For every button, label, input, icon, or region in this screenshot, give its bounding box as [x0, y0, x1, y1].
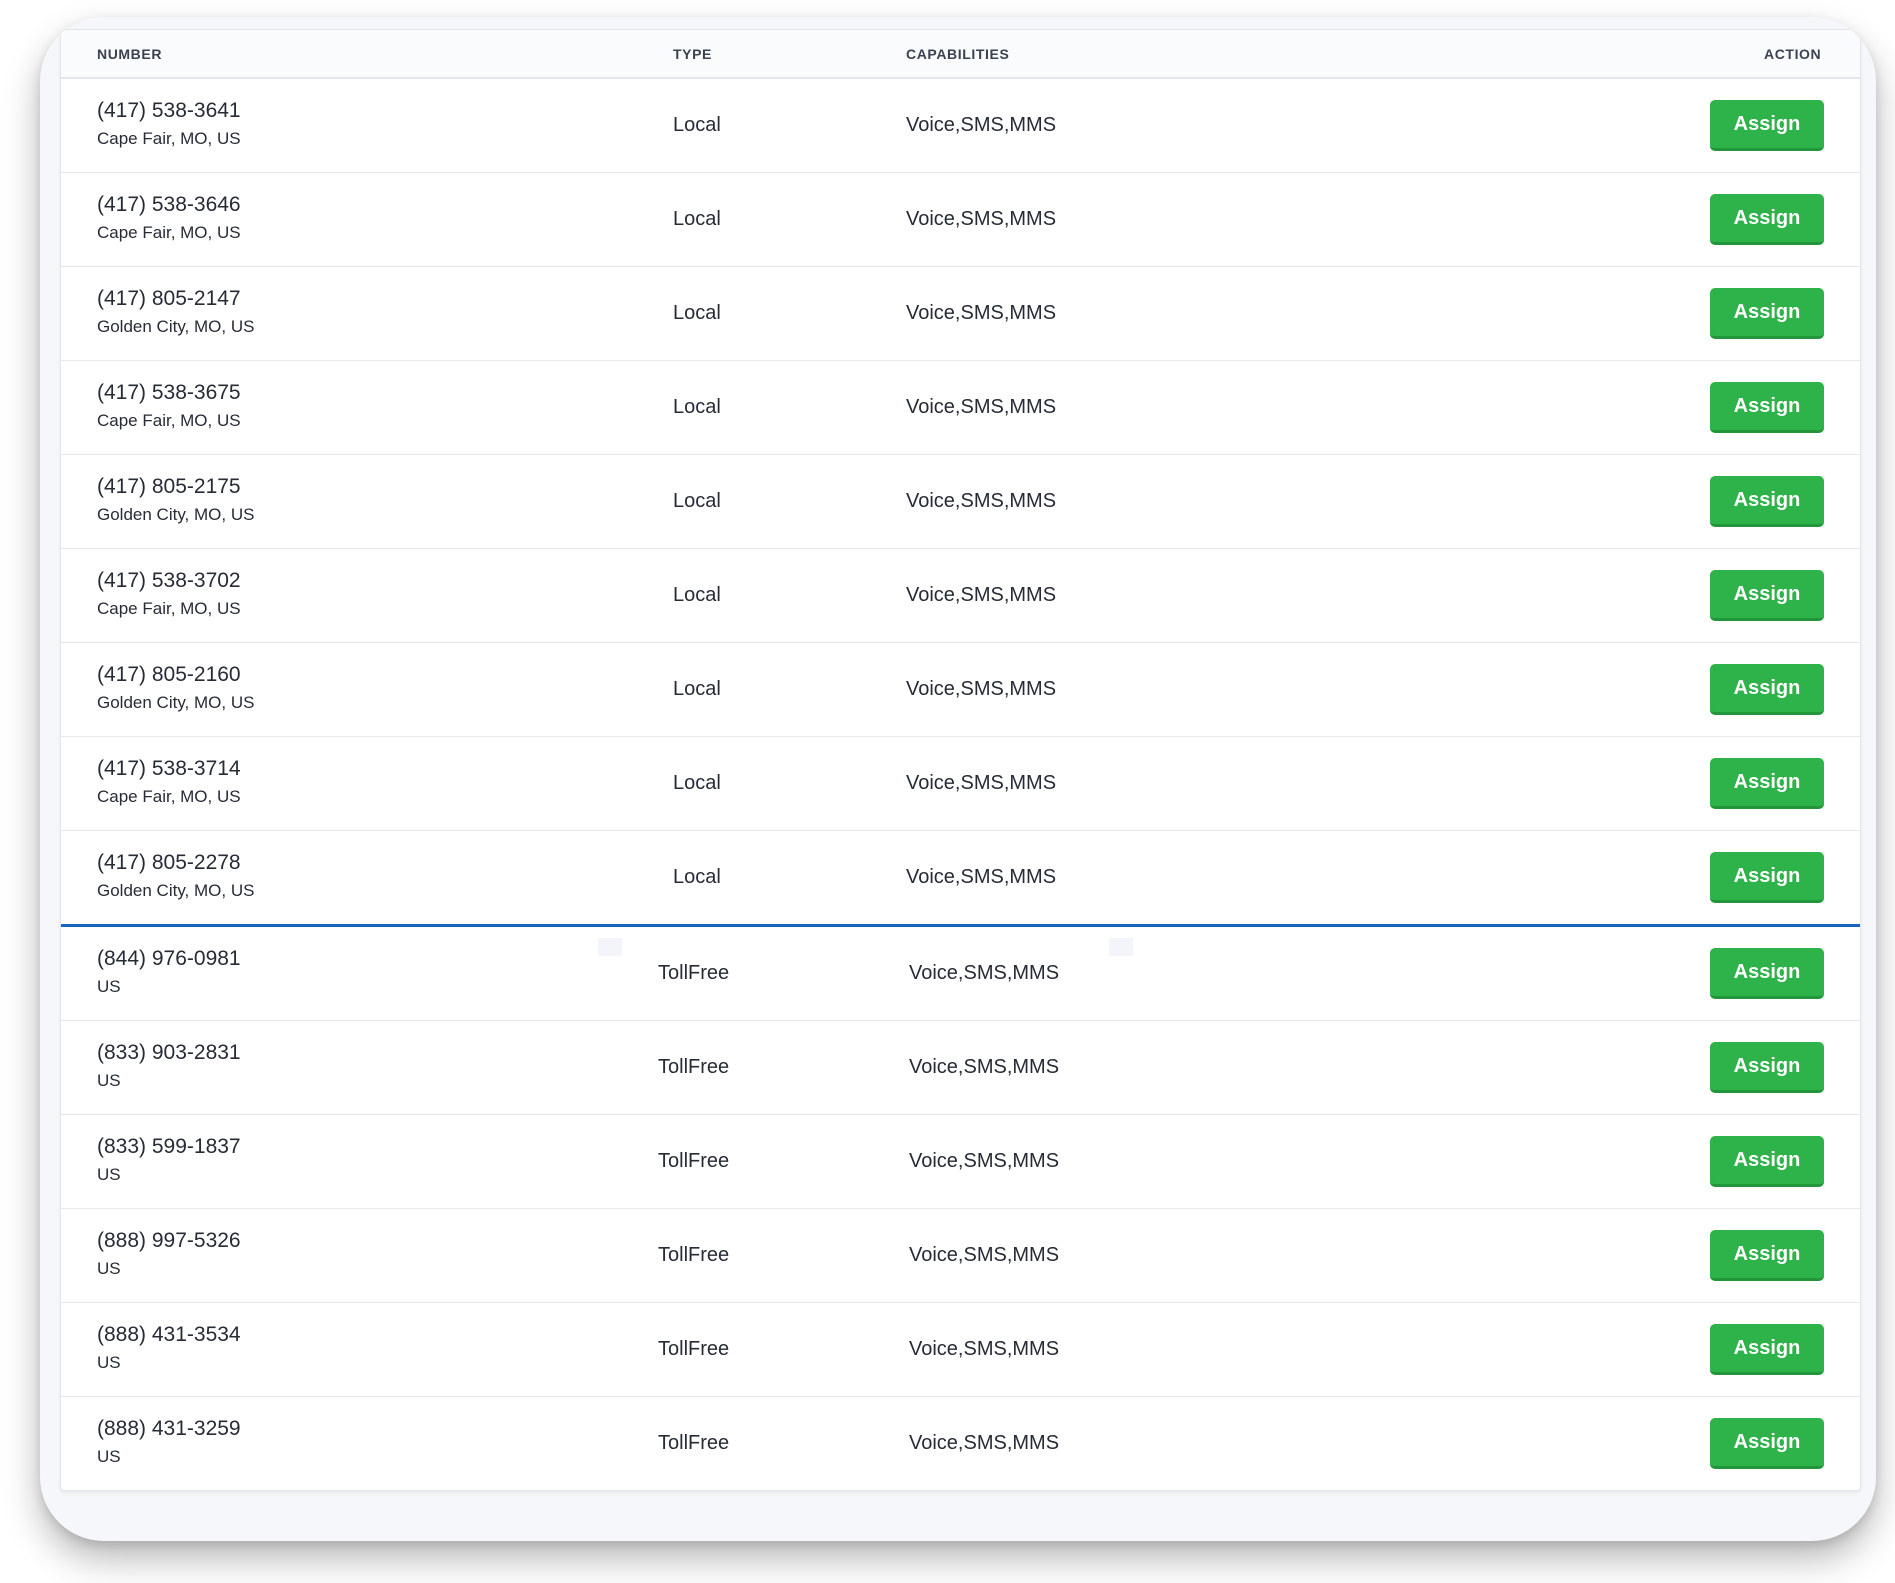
table-row: (417) 538-3675 Cape Fair, MO, US Local V… [61, 361, 1860, 455]
number-capabilities: Voice,SMS,MMS [906, 772, 1057, 794]
number-capabilities: Voice,SMS,MMS [909, 1432, 1060, 1454]
number-location: US [97, 1447, 121, 1466]
phone-number: (833) 903-2831 [97, 1041, 241, 1064]
number-type: Local [673, 208, 721, 230]
number-location: Cape Fair, MO, US [97, 129, 241, 148]
number-type: TollFree [658, 1338, 730, 1360]
number-location: US [97, 1071, 121, 1090]
phone-number: (417) 805-2147 [97, 287, 241, 310]
assign-button[interactable]: Assign [1710, 1418, 1824, 1469]
number-type: Local [673, 114, 721, 136]
table-row: (833) 599-1837 US TollFree Voice,SMS,MMS… [61, 1115, 1860, 1209]
table-row: (417) 805-2147 Golden City, MO, US Local… [61, 267, 1860, 361]
phone-number: (888) 431-3534 [97, 1323, 241, 1346]
number-location: US [97, 977, 121, 996]
assign-button[interactable]: Assign [1710, 288, 1824, 339]
number-location: Cape Fair, MO, US [97, 411, 241, 430]
number-capabilities: Voice,SMS,MMS [906, 490, 1057, 512]
phone-number: (417) 805-2278 [97, 851, 241, 874]
number-type: Local [673, 490, 721, 512]
number-capabilities: Voice,SMS,MMS [906, 302, 1057, 324]
assign-button[interactable]: Assign [1710, 758, 1824, 809]
number-location: Golden City, MO, US [97, 693, 255, 712]
table-row: (844) 976-0981 US TollFree Voice,SMS,MMS… [61, 927, 1860, 1021]
table-row: (417) 538-3702 Cape Fair, MO, US Local V… [61, 549, 1860, 643]
table-row: (417) 538-3641 Cape Fair, MO, US Local V… [61, 79, 1860, 173]
phone-number: (417) 538-3675 [97, 381, 241, 404]
number-capabilities: Voice,SMS,MMS [909, 1338, 1060, 1360]
assign-button[interactable]: Assign [1710, 948, 1824, 999]
number-location: Golden City, MO, US [97, 505, 255, 524]
assign-button[interactable]: Assign [1710, 476, 1824, 527]
phone-number: (833) 599-1837 [97, 1135, 241, 1158]
number-type: TollFree [658, 962, 730, 984]
assign-button[interactable]: Assign [1710, 1136, 1824, 1187]
assign-button[interactable]: Assign [1710, 852, 1824, 903]
tollfree-numbers-section: (844) 976-0981 US TollFree Voice,SMS,MMS… [61, 927, 1860, 1490]
number-location: Golden City, MO, US [97, 317, 255, 336]
assign-button[interactable]: Assign [1710, 382, 1824, 433]
number-type: Local [673, 396, 721, 418]
phone-number: (417) 805-2160 [97, 663, 241, 686]
header-action: ACTION [1764, 46, 1822, 62]
number-capabilities: Voice,SMS,MMS [906, 866, 1057, 888]
assign-button[interactable]: Assign [1710, 1230, 1824, 1281]
number-capabilities: Voice,SMS,MMS [909, 1056, 1060, 1078]
phone-number: (844) 976-0981 [97, 947, 241, 970]
table-row: (888) 997-5326 US TollFree Voice,SMS,MMS… [61, 1209, 1860, 1303]
phone-number: (888) 997-5326 [97, 1229, 241, 1252]
header-type: TYPE [673, 46, 712, 62]
number-location: Cape Fair, MO, US [97, 223, 241, 242]
number-type: TollFree [658, 1150, 730, 1172]
number-type: TollFree [658, 1432, 730, 1454]
assign-button[interactable]: Assign [1710, 100, 1824, 151]
number-location: US [97, 1353, 121, 1372]
assign-button[interactable]: Assign [1710, 570, 1824, 621]
number-capabilities: Voice,SMS,MMS [906, 678, 1057, 700]
header-number: NUMBER [97, 46, 163, 62]
phone-number: (417) 805-2175 [97, 475, 241, 498]
number-location: Golden City, MO, US [97, 881, 255, 900]
numbers-card: NUMBER TYPE CAPABILITIES ACTION (417) 53… [40, 17, 1876, 1541]
table-row: (417) 805-2175 Golden City, MO, US Local… [61, 455, 1860, 549]
number-type: TollFree [658, 1056, 730, 1078]
header-capabilities: CAPABILITIES [906, 46, 1010, 62]
phone-number: (888) 431-3259 [97, 1417, 241, 1440]
phone-number: (417) 538-3714 [97, 757, 241, 780]
phone-number: (417) 538-3641 [97, 99, 241, 122]
table-header: NUMBER TYPE CAPABILITIES ACTION [61, 30, 1860, 79]
available-numbers-table: NUMBER TYPE CAPABILITIES ACTION (417) 53… [60, 29, 1861, 1491]
table-row: (417) 538-3646 Cape Fair, MO, US Local V… [61, 173, 1860, 267]
number-location: Cape Fair, MO, US [97, 787, 241, 806]
number-capabilities: Voice,SMS,MMS [909, 1244, 1060, 1266]
number-capabilities: Voice,SMS,MMS [906, 584, 1057, 606]
number-type: Local [673, 584, 721, 606]
assign-button[interactable]: Assign [1710, 664, 1824, 715]
phone-number: (417) 538-3646 [97, 193, 241, 216]
table-row: (417) 538-3714 Cape Fair, MO, US Local V… [61, 737, 1860, 831]
table-row: (888) 431-3259 US TollFree Voice,SMS,MMS… [61, 1397, 1860, 1490]
table-row: (417) 805-2160 Golden City, MO, US Local… [61, 643, 1860, 737]
number-capabilities: Voice,SMS,MMS [906, 208, 1057, 230]
phone-number: (417) 538-3702 [97, 569, 241, 592]
assign-button[interactable]: Assign [1710, 1042, 1824, 1093]
number-location: US [97, 1259, 121, 1278]
number-type: Local [673, 302, 721, 324]
number-type: TollFree [658, 1244, 730, 1266]
table-row: (417) 805-2278 Golden City, MO, US Local… [61, 831, 1860, 924]
number-location: Cape Fair, MO, US [97, 599, 241, 618]
number-type: Local [673, 866, 721, 888]
assign-button[interactable]: Assign [1710, 1324, 1824, 1375]
table-row: (833) 903-2831 US TollFree Voice,SMS,MMS… [61, 1021, 1860, 1115]
number-capabilities: Voice,SMS,MMS [906, 114, 1057, 136]
assign-button[interactable]: Assign [1710, 194, 1824, 245]
number-capabilities: Voice,SMS,MMS [906, 396, 1057, 418]
number-type: Local [673, 772, 721, 794]
number-capabilities: Voice,SMS,MMS [909, 962, 1060, 984]
number-capabilities: Voice,SMS,MMS [909, 1150, 1060, 1172]
table-row: (888) 431-3534 US TollFree Voice,SMS,MMS… [61, 1303, 1860, 1397]
local-numbers-section: (417) 538-3641 Cape Fair, MO, US Local V… [61, 79, 1860, 924]
number-type: Local [673, 678, 721, 700]
number-location: US [97, 1165, 121, 1184]
